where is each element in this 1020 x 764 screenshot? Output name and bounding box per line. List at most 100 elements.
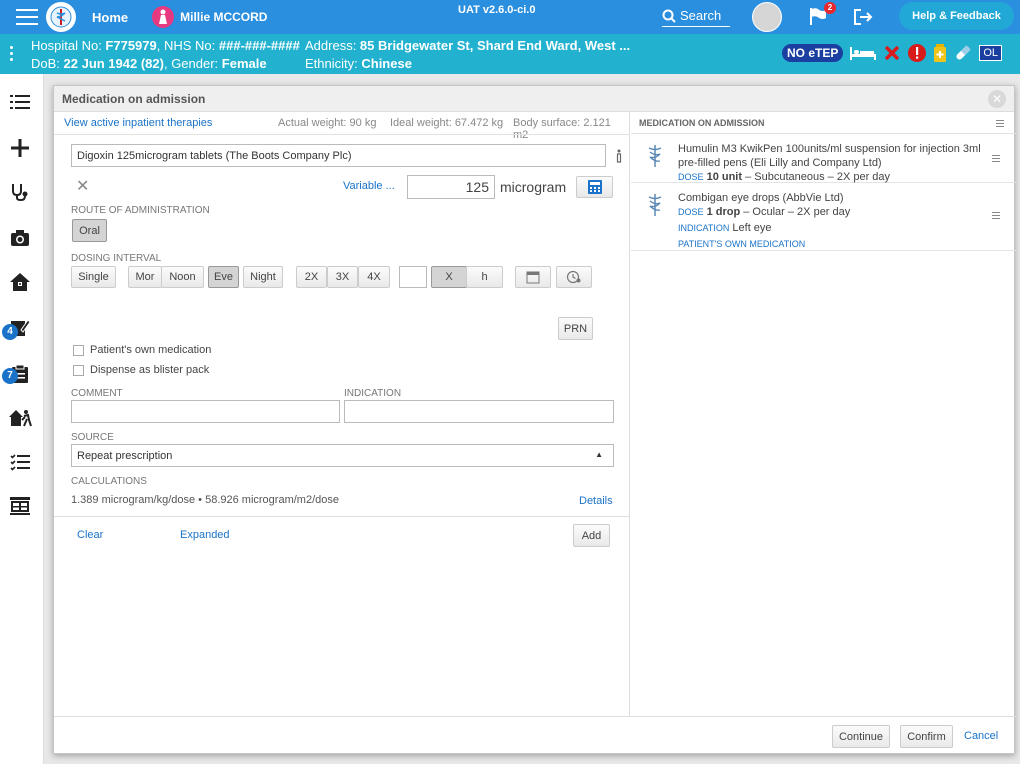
tasks-count-badge: 7 [2, 368, 18, 384]
menu-icon[interactable] [16, 9, 38, 25]
prescribe-count-badge: 4 [2, 324, 18, 340]
calculations-label: CALCULATIONS [71, 476, 147, 487]
home-link[interactable]: Home [92, 10, 128, 25]
add-icon[interactable] [8, 136, 32, 160]
bed-icon[interactable] [849, 44, 877, 62]
prn-button[interactable]: PRN [558, 317, 593, 340]
no-etep-badge[interactable]: NO eTEP [782, 44, 844, 62]
dosing-x-button[interactable]: X [431, 266, 467, 288]
checklist-icon[interactable] [8, 450, 32, 474]
route-label: ROUTE OF ADMINISTRATION [71, 205, 210, 216]
dosing-eve-button[interactable]: Eve [208, 266, 239, 288]
cancel-link[interactable]: Cancel [964, 730, 998, 742]
med-dose: DOSE 1 drop – Ocular – 2X per day [678, 206, 850, 218]
dosing-2x-button[interactable]: 2X [296, 266, 327, 288]
camera-icon[interactable] [8, 226, 32, 250]
details-link[interactable]: Details [579, 495, 613, 507]
banner-more-icon[interactable] [10, 46, 14, 61]
nhs-no: ###-###-#### [218, 38, 300, 53]
close-icon[interactable]: ✕ [988, 90, 1006, 108]
search-button[interactable]: Search [662, 5, 730, 27]
dosing-noon-button[interactable]: Noon [161, 266, 204, 288]
confirm-button[interactable]: Confirm [900, 725, 953, 748]
alert-icons: NO eTEP OL [782, 43, 1003, 63]
patients-own-tag: PATIENT'S OWN MEDICATION [678, 238, 805, 250]
continue-button[interactable]: Continue [832, 725, 890, 748]
prescription-form: View active inpatient therapies Actual w… [54, 112, 630, 716]
drag-handle-icon[interactable] [992, 155, 1000, 162]
variable-dose-link[interactable]: Variable ... [343, 180, 395, 192]
notification-badge: 2 [824, 2, 836, 14]
dose-calculator-button[interactable] [576, 176, 613, 198]
dose-route-frequency: – Subcutaneous – 2X per day [742, 171, 891, 183]
hospital-no: F775979 [105, 38, 157, 53]
dosing-mor-button[interactable]: Mor [128, 266, 162, 288]
dosing-4x-button[interactable]: 4X [358, 266, 390, 288]
actual-weight: Actual weight: 90 kg [278, 117, 377, 129]
clear-link[interactable]: Clear [77, 529, 103, 541]
dosing-custom-input[interactable] [399, 266, 427, 288]
medication-on-admission-dialog: Medication on admission ✕ View active in… [53, 85, 1016, 754]
add-button[interactable]: Add [573, 524, 610, 547]
patient-name[interactable]: Millie MCCORD [180, 10, 267, 24]
dialog-header: Medication on admission ✕ [54, 86, 1014, 112]
version-label: UAT v2.6.0-ci.0 [458, 4, 536, 16]
discharge-icon[interactable] [8, 406, 32, 430]
divider [54, 716, 1016, 717]
ward-icon[interactable] [8, 494, 32, 518]
caduceus-icon [648, 145, 662, 167]
list-menu-icon[interactable] [996, 120, 1004, 127]
dosing-h-button[interactable]: h [466, 266, 503, 288]
body-surface: Body surface: 2.121 m2 [513, 117, 611, 141]
list-item[interactable]: Combigan eye drops (AbbVie Ltd) DOSE 1 d… [631, 183, 1016, 251]
source-select[interactable]: Repeat prescription ▲ [71, 444, 614, 467]
view-active-therapies-link[interactable]: View active inpatient therapies [64, 117, 212, 129]
house-icon[interactable] [8, 270, 32, 294]
route-oral-button[interactable]: Oral [72, 219, 107, 242]
ethnicity-label: Ethnicity: [305, 56, 362, 71]
patients-own-key: PATIENT'S OWN MEDICATION [678, 239, 806, 249]
indication-label: INDICATION [344, 388, 402, 399]
dose-input[interactable]: 125 [407, 175, 495, 199]
ethnicity: Chinese [361, 56, 412, 71]
dose-value: 1 drop [706, 206, 741, 218]
dose-key: DOSE [678, 172, 704, 182]
dialog-title: Medication on admission [62, 92, 206, 106]
help-feedback-button[interactable]: Help & Feedback [899, 2, 1014, 30]
stethoscope-icon[interactable] [8, 180, 32, 204]
clear-drug-icon[interactable]: ✕ [76, 176, 89, 196]
drug-info-icon[interactable] [614, 149, 624, 163]
caret-up-icon: ▲ [595, 450, 603, 459]
list-icon[interactable] [8, 90, 32, 114]
indication-input[interactable] [344, 400, 614, 423]
cross-alert-icon[interactable] [883, 44, 901, 62]
dosing-night-button[interactable]: Night [243, 266, 283, 288]
dose-key: DOSE [678, 207, 704, 217]
expanded-link[interactable]: Expanded [180, 529, 230, 541]
logout-icon[interactable] [852, 7, 874, 27]
dosing-timing-button[interactable] [556, 266, 592, 288]
drug-search-input[interactable]: Digoxin 125microgram tablets (The Boots … [71, 144, 606, 167]
dosing-calendar-button[interactable] [515, 266, 551, 288]
warning-alert-icon[interactable] [907, 43, 927, 63]
comment-input[interactable] [71, 400, 340, 423]
dosing-3x-button[interactable]: 3X [327, 266, 358, 288]
patients-own-checkbox[interactable] [73, 345, 84, 356]
dosing-single-button[interactable]: Single [71, 266, 116, 288]
divider [54, 134, 630, 135]
ol-badge[interactable]: OL [979, 45, 1003, 61]
drag-handle-icon[interactable] [992, 212, 1000, 219]
caduceus-icon [648, 194, 662, 216]
pill-icon[interactable] [953, 43, 973, 63]
med-name-line1: Combigan eye drops (AbbVie Ltd) [678, 192, 844, 204]
address: 85 Bridgewater St, Shard End Ward, West … [359, 38, 631, 53]
avatar[interactable] [752, 2, 782, 32]
medication-bottle-icon[interactable] [933, 43, 947, 63]
calculations-value: 1.389 microgram/kg/dose • 58.926 microgr… [71, 494, 339, 506]
blister-pack-checkbox[interactable] [73, 365, 84, 376]
app-logo-icon[interactable] [46, 2, 76, 32]
list-item[interactable]: Humulin M3 KwikPen 100units/ml suspensio… [631, 134, 1016, 183]
calculator-icon [587, 180, 602, 194]
ideal-weight: Ideal weight: 67.472 kg [390, 117, 504, 129]
dob-label: DoB: [31, 56, 64, 71]
